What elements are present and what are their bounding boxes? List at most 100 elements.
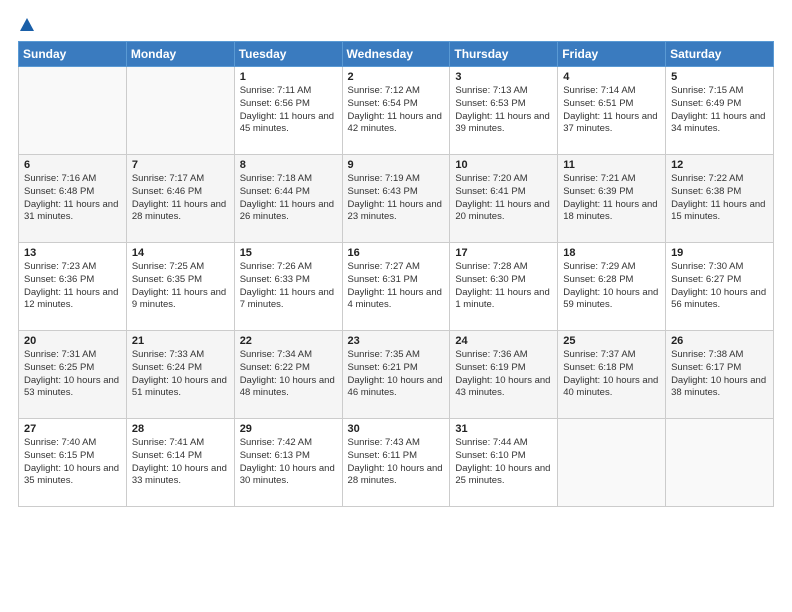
calendar-cell: 19 Sunrise: 7:30 AMSunset: 6:27 PMDayligh… (666, 243, 774, 331)
week-row-2: 13 Sunrise: 7:23 AMSunset: 6:36 PMDayligh… (19, 243, 774, 331)
day-number: 5 (671, 71, 768, 83)
weekday-header-friday: Friday (558, 42, 666, 67)
day-info: Sunrise: 7:29 AMSunset: 6:28 PMDaylight:… (563, 261, 660, 312)
day-number: 24 (455, 335, 552, 347)
day-info: Sunrise: 7:27 AMSunset: 6:31 PMDaylight:… (348, 261, 445, 312)
day-info: Sunrise: 7:30 AMSunset: 6:27 PMDaylight:… (671, 261, 768, 312)
calendar-cell: 30 Sunrise: 7:43 AMSunset: 6:11 PMDayligh… (342, 419, 450, 507)
day-info: Sunrise: 7:18 AMSunset: 6:44 PMDaylight:… (240, 173, 337, 224)
day-info: Sunrise: 7:41 AMSunset: 6:14 PMDaylight:… (132, 437, 229, 488)
day-number: 11 (563, 159, 660, 171)
day-info: Sunrise: 7:23 AMSunset: 6:36 PMDaylight:… (24, 261, 121, 312)
day-number: 26 (671, 335, 768, 347)
day-number: 4 (563, 71, 660, 83)
calendar-cell: 22 Sunrise: 7:34 AMSunset: 6:22 PMDayligh… (234, 331, 342, 419)
calendar-cell: 16 Sunrise: 7:27 AMSunset: 6:31 PMDayligh… (342, 243, 450, 331)
day-number: 19 (671, 247, 768, 259)
day-info: Sunrise: 7:21 AMSunset: 6:39 PMDaylight:… (563, 173, 660, 224)
day-info: Sunrise: 7:12 AMSunset: 6:54 PMDaylight:… (348, 85, 445, 136)
calendar-cell: 1 Sunrise: 7:11 AMSunset: 6:56 PMDaylight… (234, 67, 342, 155)
calendar-cell: 27 Sunrise: 7:40 AMSunset: 6:15 PMDayligh… (19, 419, 127, 507)
day-number: 14 (132, 247, 229, 259)
day-info: Sunrise: 7:35 AMSunset: 6:21 PMDaylight:… (348, 349, 445, 400)
calendar-cell: 28 Sunrise: 7:41 AMSunset: 6:14 PMDayligh… (126, 419, 234, 507)
calendar-cell: 9Sunrise: 7:19 AMSunset: 6:43 PMDaylight… (342, 155, 450, 243)
day-number: 3 (455, 71, 552, 83)
week-row-1: 6 Sunrise: 7:16 AMSunset: 6:48 PMDaylight… (19, 155, 774, 243)
day-info: Sunrise: 7:14 AMSunset: 6:51 PMDaylight:… (563, 85, 660, 136)
day-info: Sunrise: 7:42 AMSunset: 6:13 PMDaylight:… (240, 437, 337, 488)
day-number: 7 (132, 159, 229, 171)
calendar-cell: 21Sunrise: 7:33 AMSunset: 6:24 PMDayligh… (126, 331, 234, 419)
day-number: 28 (132, 423, 229, 435)
calendar-cell: 29 Sunrise: 7:42 AMSunset: 6:13 PMDayligh… (234, 419, 342, 507)
calendar-cell: 11 Sunrise: 7:21 AMSunset: 6:39 PMDayligh… (558, 155, 666, 243)
day-number: 22 (240, 335, 337, 347)
calendar-cell: 8 Sunrise: 7:18 AMSunset: 6:44 PMDaylight… (234, 155, 342, 243)
day-info: Sunrise: 7:38 AMSunset: 6:17 PMDaylight:… (671, 349, 768, 400)
day-number: 10 (455, 159, 552, 171)
calendar-cell (19, 67, 127, 155)
calendar-cell: 4 Sunrise: 7:14 AMSunset: 6:51 PMDaylight… (558, 67, 666, 155)
calendar-body: 1 Sunrise: 7:11 AMSunset: 6:56 PMDaylight… (19, 67, 774, 507)
calendar-cell: 23 Sunrise: 7:35 AMSunset: 6:21 PMDayligh… (342, 331, 450, 419)
day-number: 17 (455, 247, 552, 259)
calendar-cell: 17 Sunrise: 7:28 AMSunset: 6:30 PMDayligh… (450, 243, 558, 331)
day-info: Sunrise: 7:16 AMSunset: 6:48 PMDaylight:… (24, 173, 121, 224)
calendar-cell: 3 Sunrise: 7:13 AMSunset: 6:53 PMDaylight… (450, 67, 558, 155)
weekday-header-wednesday: Wednesday (342, 42, 450, 67)
weekday-header-thursday: Thursday (450, 42, 558, 67)
calendar-cell (126, 67, 234, 155)
calendar-cell: 18 Sunrise: 7:29 AMSunset: 6:28 PMDayligh… (558, 243, 666, 331)
calendar-cell: 12Sunrise: 7:22 AMSunset: 6:38 PMDayligh… (666, 155, 774, 243)
day-number: 18 (563, 247, 660, 259)
day-number: 15 (240, 247, 337, 259)
calendar-cell (666, 419, 774, 507)
calendar-cell: 7 Sunrise: 7:17 AMSunset: 6:46 PMDaylight… (126, 155, 234, 243)
day-number: 12 (671, 159, 768, 171)
calendar-cell (558, 419, 666, 507)
calendar-cell: 5 Sunrise: 7:15 AMSunset: 6:49 PMDaylight… (666, 67, 774, 155)
calendar-cell: 14 Sunrise: 7:25 AMSunset: 6:35 PMDayligh… (126, 243, 234, 331)
calendar: SundayMondayTuesdayWednesdayThursdayFrid… (18, 41, 774, 507)
day-number: 25 (563, 335, 660, 347)
logo (18, 18, 36, 31)
day-info: Sunrise: 7:40 AMSunset: 6:15 PMDaylight:… (24, 437, 121, 488)
calendar-cell: 25 Sunrise: 7:37 AMSunset: 6:18 PMDayligh… (558, 331, 666, 419)
day-info: Sunrise: 7:44 AMSunset: 6:10 PMDaylight:… (455, 437, 552, 488)
page: SundayMondayTuesdayWednesdayThursdayFrid… (0, 0, 792, 612)
calendar-cell: 10 Sunrise: 7:20 AMSunset: 6:41 PMDayligh… (450, 155, 558, 243)
calendar-cell: 13 Sunrise: 7:23 AMSunset: 6:36 PMDayligh… (19, 243, 127, 331)
day-info: Sunrise: 7:15 AMSunset: 6:49 PMDaylight:… (671, 85, 768, 136)
day-number: 30 (348, 423, 445, 435)
day-info: Sunrise: 7:11 AMSunset: 6:56 PMDaylight:… (240, 85, 337, 136)
day-number: 2 (348, 71, 445, 83)
day-info: Sunrise: 7:13 AMSunset: 6:53 PMDaylight:… (455, 85, 552, 136)
day-number: 31 (455, 423, 552, 435)
day-number: 23 (348, 335, 445, 347)
logo-triangle-icon (20, 18, 34, 31)
day-info: Sunrise: 7:25 AMSunset: 6:35 PMDaylight:… (132, 261, 229, 312)
day-number: 8 (240, 159, 337, 171)
day-number: 13 (24, 247, 121, 259)
day-number: 29 (240, 423, 337, 435)
day-info: Sunrise: 7:17 AMSunset: 6:46 PMDaylight:… (132, 173, 229, 224)
week-row-4: 27 Sunrise: 7:40 AMSunset: 6:15 PMDayligh… (19, 419, 774, 507)
calendar-cell: 20Sunrise: 7:31 AMSunset: 6:25 PMDayligh… (19, 331, 127, 419)
day-info: Sunrise: 7:19 AMSunset: 6:43 PMDaylight:… (348, 173, 445, 224)
day-info: Sunrise: 7:20 AMSunset: 6:41 PMDaylight:… (455, 173, 552, 224)
day-number: 1 (240, 71, 337, 83)
day-number: 6 (24, 159, 121, 171)
header (18, 18, 774, 31)
calendar-cell: 2 Sunrise: 7:12 AMSunset: 6:54 PMDaylight… (342, 67, 450, 155)
day-info: Sunrise: 7:28 AMSunset: 6:30 PMDaylight:… (455, 261, 552, 312)
calendar-cell: 15Sunrise: 7:26 AMSunset: 6:33 PMDayligh… (234, 243, 342, 331)
day-number: 27 (24, 423, 121, 435)
weekday-header-row: SundayMondayTuesdayWednesdayThursdayFrid… (19, 42, 774, 67)
day-number: 16 (348, 247, 445, 259)
calendar-cell: 26 Sunrise: 7:38 AMSunset: 6:17 PMDayligh… (666, 331, 774, 419)
day-info: Sunrise: 7:37 AMSunset: 6:18 PMDaylight:… (563, 349, 660, 400)
day-info: Sunrise: 7:43 AMSunset: 6:11 PMDaylight:… (348, 437, 445, 488)
day-info: Sunrise: 7:34 AMSunset: 6:22 PMDaylight:… (240, 349, 337, 400)
weekday-header-sunday: Sunday (19, 42, 127, 67)
